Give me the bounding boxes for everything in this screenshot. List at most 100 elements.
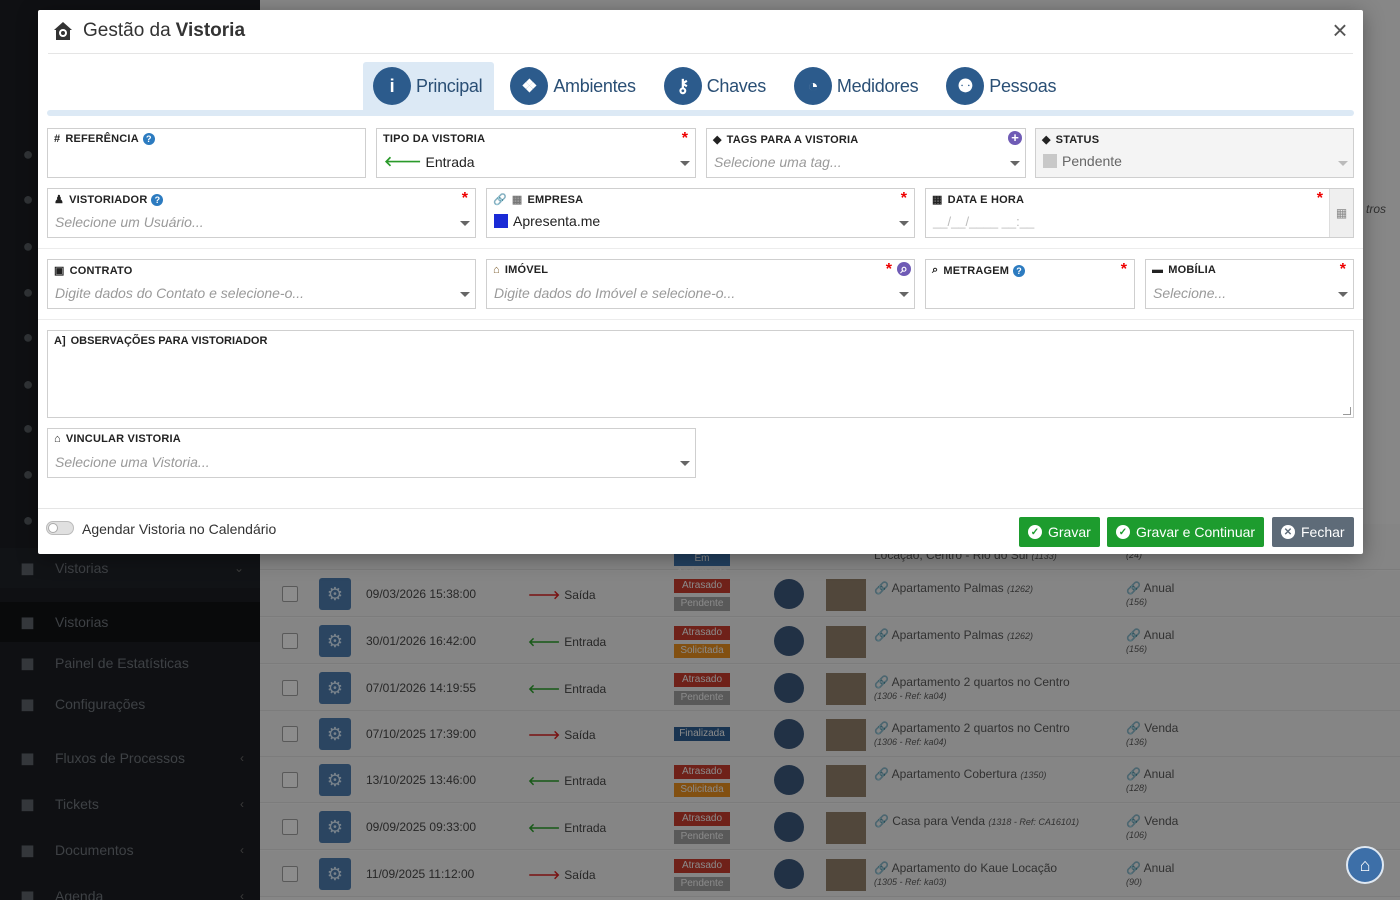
required-mark: *: [1120, 261, 1127, 278]
home-gear-icon: [54, 22, 72, 40]
referencia-label: REFERÊNCIA: [65, 133, 139, 145]
tab-principal[interactable]: i Principal: [363, 62, 495, 110]
save-continue-label: Gravar e Continuar: [1136, 524, 1256, 540]
text-cursor-icon: A]: [54, 335, 66, 347]
vincular-vistoria-select[interactable]: ⌂ VINCULAR VISTORIA Selecione uma Vistori…: [47, 428, 696, 478]
calendar-icon: ▦: [932, 194, 943, 206]
bed-icon: ▬: [1152, 264, 1164, 276]
tab-medidores[interactable]: ◔ Medidores: [784, 62, 930, 110]
empresa-swatch: [494, 214, 508, 228]
add-tag-icon[interactable]: +: [1008, 131, 1022, 145]
tab-ambientes[interactable]: ❖ Ambientes: [500, 62, 647, 110]
modal-title-prefix: Gestão da: [83, 20, 171, 41]
mobilia-placeholder: Selecione...: [1153, 285, 1227, 301]
status-select: ◆ STATUS Pendente: [1035, 128, 1354, 178]
data-hora-label: DATA E HORA: [947, 193, 1025, 206]
modal-header: Gestão da Vistoria ×: [48, 10, 1353, 54]
close-label: Fechar: [1301, 524, 1345, 540]
imovel-select[interactable]: ⌂ IMÓVEL * ⌕ Digite dados do Imóvel e sel…: [486, 259, 915, 309]
vistoriador-label: VISTORIADOR: [69, 193, 148, 206]
chat-icon[interactable]: ⌂: [1346, 846, 1384, 884]
tab-chaves[interactable]: ⚷ Chaves: [654, 62, 778, 110]
help-icon[interactable]: ?: [1013, 264, 1026, 277]
modal-title-bold: Vistoria: [175, 20, 246, 41]
vistoria-modal: Gestão da Vistoria × i Principal ❖ Ambiente…: [38, 10, 1363, 554]
search-plus-icon: ⌕: [932, 264, 939, 276]
calendar-icon: ▦: [1335, 206, 1348, 220]
agendar-label: Agendar Vistoria no Calendário: [82, 521, 277, 537]
empresa-select[interactable]: 🔗 ▦ EMPRESA * Apresenta.me: [486, 188, 915, 238]
metragem-label: METRAGEM: [943, 264, 1010, 277]
empresa-value: Apresenta.me: [513, 213, 601, 229]
close-icon[interactable]: ×: [1327, 17, 1353, 44]
user-icon: ♟: [54, 194, 65, 206]
help-icon[interactable]: ?: [151, 193, 164, 206]
tab-label: Medidores: [836, 75, 919, 96]
info-icon: i: [373, 67, 411, 105]
chevron-down-icon[interactable]: [680, 161, 690, 166]
search-imovel-icon[interactable]: ⌕: [897, 262, 911, 276]
tab-label: Pessoas: [989, 75, 1057, 96]
close-button[interactable]: ✕ Fechar: [1272, 517, 1354, 547]
key-icon: ⚷: [663, 67, 702, 105]
toggle-knob: [48, 523, 58, 533]
people-icon: ⚉: [946, 67, 985, 105]
resize-handle[interactable]: [1343, 407, 1351, 415]
vistoriador-select[interactable]: ♟ VISTORIADOR? * Selecione um Usuário...: [47, 188, 476, 238]
contrato-label: CONTRATO: [69, 264, 133, 277]
mobilia-select[interactable]: ▬ MOBÍLIA * Selecione...: [1145, 259, 1354, 309]
tags-select[interactable]: ◆ TAGS PARA A VISTORIA + Selecione uma ta…: [706, 128, 1026, 178]
contract-icon: ▣: [54, 265, 65, 277]
contrato-placeholder: Digite dados do Contato e selecione-o...: [55, 285, 305, 301]
status-label: STATUS: [1055, 133, 1100, 146]
close-circle-icon: ✕: [1281, 525, 1295, 539]
house-icon: ⌂: [493, 264, 500, 276]
modal-tabs: i Principal ❖ Ambientes ⚷ Chaves ◔ Medidores ⚉ Pe…: [363, 62, 1074, 110]
save-label: Gravar: [1048, 524, 1091, 540]
imovel-placeholder: Digite dados do Imóvel e selecione-o...: [494, 285, 736, 301]
required-mark: *: [1316, 190, 1323, 207]
hash-icon: #: [54, 133, 61, 145]
tipo-vistoria-value: Entrada: [425, 153, 475, 170]
vistoriador-placeholder: Selecione um Usuário...: [55, 214, 204, 230]
tab-label: Ambientes: [553, 75, 636, 96]
chevron-down-icon[interactable]: [899, 221, 909, 226]
chevron-down-icon[interactable]: [1010, 161, 1020, 166]
required-mark: *: [681, 130, 688, 147]
required-mark: *: [1339, 261, 1346, 278]
contrato-select[interactable]: ▣ CONTRATO Digite dados do Contato e sele…: [47, 259, 476, 309]
modal-title: Gestão da Vistoria: [52, 20, 245, 42]
chevron-down-icon: [1338, 161, 1348, 166]
metragem-field[interactable]: ⌕ METRAGEM? *: [925, 259, 1135, 309]
arrow-left-icon: 🡐: [384, 153, 422, 169]
save-button[interactable]: ✓ Gravar: [1019, 517, 1100, 547]
required-mark: *: [885, 261, 892, 278]
tab-pessoas[interactable]: ⚉ Pessoas: [936, 62, 1068, 110]
chevron-down-icon[interactable]: [1338, 292, 1348, 297]
data-hora-input[interactable]: __/__/____ __:__: [933, 214, 1034, 229]
mobilia-label: MOBÍLIA: [1168, 264, 1217, 276]
link-icon[interactable]: 🔗: [493, 193, 507, 206]
chevron-down-icon[interactable]: [460, 292, 470, 297]
observacoes-textarea[interactable]: A] OBSERVAÇÕES PARA VISTORIADOR: [47, 330, 1354, 418]
required-mark: *: [461, 190, 468, 207]
help-icon[interactable]: ?: [142, 133, 155, 145]
save-continue-button[interactable]: ✓ Gravar e Continuar: [1107, 517, 1265, 547]
calendar-button[interactable]: ▦: [1329, 189, 1353, 237]
agendar-toggle[interactable]: [46, 521, 74, 535]
tab-label: Chaves: [706, 75, 767, 96]
status-value: Pendente: [1062, 153, 1122, 169]
chevron-down-icon[interactable]: [460, 221, 470, 226]
home-icon: ⌂: [54, 433, 61, 445]
vincular-placeholder: Selecione uma Vistoria...: [55, 454, 210, 470]
check-circle-icon: ✓: [1028, 525, 1042, 539]
building-icon: ▦: [511, 194, 523, 206]
chevron-down-icon[interactable]: [899, 292, 909, 297]
referencia-field[interactable]: # REFERÊNCIA?: [47, 128, 366, 178]
divider: [38, 319, 1363, 320]
data-hora-field[interactable]: ▦ DATA E HORA * __/__/____ __:__ ▦: [925, 188, 1354, 238]
tab-underline: [47, 110, 1354, 116]
required-mark: *: [900, 190, 907, 207]
tipo-vistoria-select[interactable]: TIPO DA VISTORIA * 🡐 Entrada: [376, 128, 696, 178]
chevron-down-icon[interactable]: [680, 461, 690, 466]
